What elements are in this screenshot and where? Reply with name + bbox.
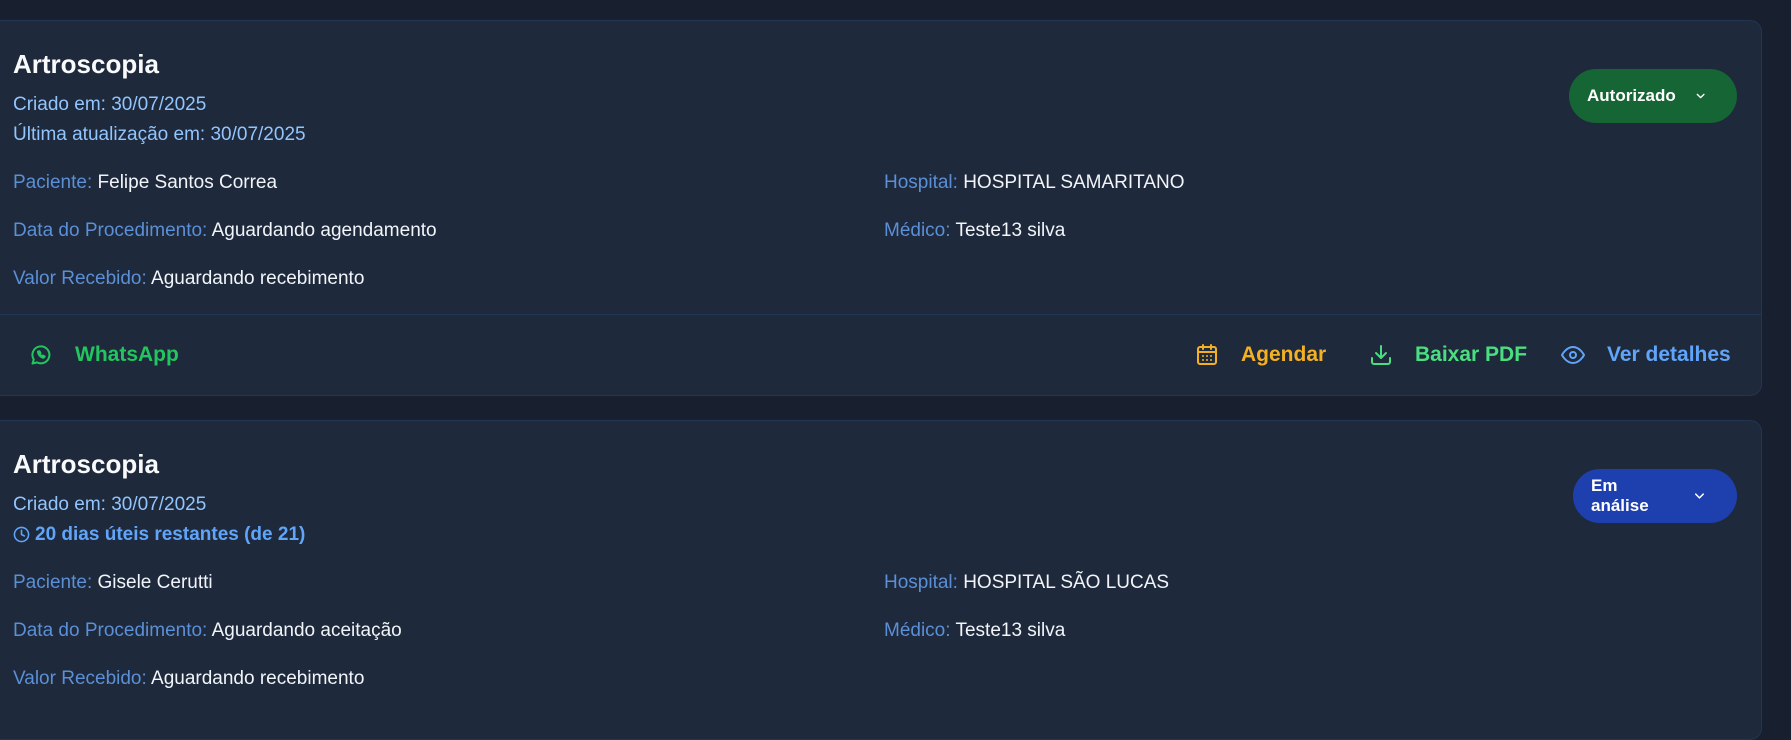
chevron-down-icon <box>1696 93 1705 99</box>
created-date: Criado em: 30/07/2025 <box>13 494 207 515</box>
hospital-field: Hospital: HOSPITAL SAMARITANO <box>884 172 1185 193</box>
view-details-button[interactable]: Ver detalhes <box>1561 315 1731 395</box>
patient-field: Paciente: Gisele Cerutti <box>13 572 213 593</box>
schedule-label: Agendar <box>1241 343 1327 366</box>
view-details-label: Ver detalhes <box>1607 343 1731 366</box>
whatsapp-icon <box>31 345 51 365</box>
doctor-field: Médico: Teste13 silva <box>884 220 1066 241</box>
status-dropdown[interactable]: Autorizado <box>1569 69 1737 123</box>
status-dropdown[interactable]: Em análise <box>1573 469 1737 523</box>
card-title: Artroscopia <box>13 449 159 479</box>
card-title: Artroscopia <box>13 49 159 79</box>
download-pdf-label: Baixar PDF <box>1415 343 1528 366</box>
card-actions: WhatsApp Agendar Baixar PDF Ver detalhes <box>0 314 1761 395</box>
status-label: Autorizado <box>1587 86 1676 105</box>
hospital-field: Hospital: HOSPITAL SÃO LUCAS <box>884 572 1170 593</box>
calendar-icon <box>1197 344 1217 365</box>
status-label: Em análise <box>1591 476 1649 515</box>
last-updated-date: Última atualização em: 30/07/2025 <box>13 124 306 145</box>
remaining-days: 20 dias úteis restantes (de 21) <box>13 525 305 544</box>
created-date: Criado em: 30/07/2025 <box>13 94 207 115</box>
received-value-field: Valor Recebido: Aguardando recebimento <box>13 268 365 289</box>
schedule-button[interactable]: Agendar <box>1195 315 1326 395</box>
doctor-field: Médico: Teste13 silva <box>884 620 1066 641</box>
whatsapp-label: WhatsApp <box>75 343 179 366</box>
eye-icon <box>1561 346 1585 364</box>
download-pdf-button[interactable]: Baixar PDF <box>1369 315 1527 395</box>
chevron-down-icon <box>1695 493 1705 499</box>
clock-icon <box>13 526 30 543</box>
patient-field: Paciente: Felipe Santos Correa <box>13 172 278 193</box>
request-card: Artroscopia Criado em: 30/07/2025 20 dia… <box>0 420 1762 740</box>
received-value-field: Valor Recebido: Aguardando recebimento <box>13 668 365 689</box>
whatsapp-button[interactable]: WhatsApp <box>29 315 179 395</box>
procedure-date-field: Data do Procedimento: Aguardando aceitaç… <box>13 620 402 641</box>
procedure-date-field: Data do Procedimento: Aguardando agendam… <box>13 220 437 241</box>
download-icon <box>1371 345 1391 365</box>
request-card: Artroscopia Criado em: 30/07/2025 Última… <box>0 20 1762 396</box>
